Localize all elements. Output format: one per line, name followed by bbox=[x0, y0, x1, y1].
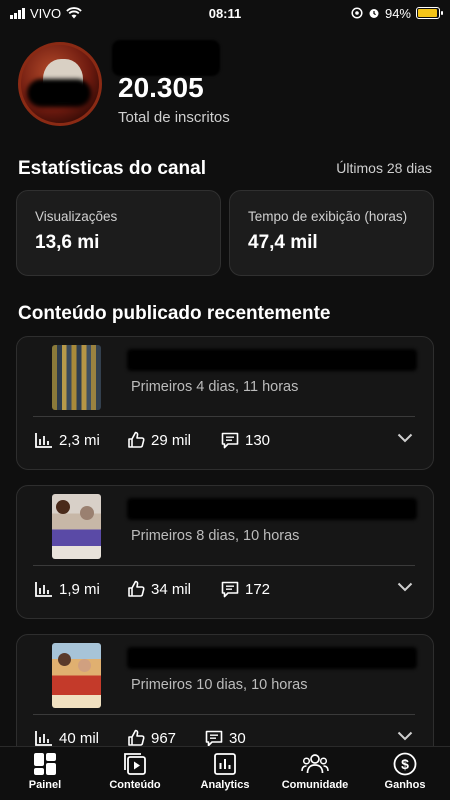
nav-ganhos[interactable]: $ Ganhos bbox=[360, 747, 450, 800]
community-icon bbox=[301, 754, 329, 774]
thumbs-up-icon bbox=[128, 580, 145, 597]
likes-metric: 29 mil bbox=[127, 431, 221, 449]
comments-count: 172 bbox=[245, 580, 271, 598]
wifi-icon bbox=[66, 7, 82, 19]
comment-icon bbox=[221, 581, 239, 597]
chevron-down-icon[interactable] bbox=[397, 582, 413, 592]
bar-chart-icon bbox=[35, 582, 52, 597]
video-period: Primeiros 8 dias, 10 horas bbox=[131, 528, 300, 544]
watch-time-card[interactable]: Tempo de exibição (horas) 47,4 mil bbox=[229, 190, 434, 276]
comment-icon bbox=[205, 730, 223, 746]
stats-title: Estatísticas do canal bbox=[18, 158, 206, 179]
video-card[interactable]: Primeiros 8 dias, 10 horas 1,9 mi 34 mil… bbox=[16, 485, 434, 619]
divider bbox=[33, 565, 415, 566]
location-icon bbox=[351, 7, 363, 19]
carrier-label: VIVO bbox=[30, 5, 62, 21]
divider bbox=[33, 714, 415, 715]
views-count: 1,9 mi bbox=[59, 580, 100, 598]
likes-metric: 34 mil bbox=[127, 580, 221, 598]
analytics-icon bbox=[214, 753, 236, 775]
nav-comunidade[interactable]: Comunidade bbox=[270, 747, 360, 800]
nav-analytics-label: Analytics bbox=[200, 779, 250, 791]
video-title-redaction bbox=[127, 498, 417, 520]
comment-icon bbox=[221, 432, 239, 448]
subscriber-label: Total de inscritos bbox=[118, 109, 230, 126]
nav-painel-label: Painel bbox=[28, 779, 62, 791]
comments-count: 130 bbox=[245, 431, 271, 449]
video-thumbnail[interactable] bbox=[52, 643, 101, 708]
battery-icon bbox=[416, 7, 443, 19]
nav-analytics[interactable]: Analytics bbox=[180, 747, 270, 800]
nav-conteudo[interactable]: Conteúdo bbox=[90, 747, 180, 800]
bar-chart-icon bbox=[35, 433, 52, 448]
signal-icon bbox=[10, 7, 25, 19]
watch-time-value: 47,4 mil bbox=[248, 232, 318, 253]
clock: 08:11 bbox=[208, 5, 242, 21]
earnings-icon: $ bbox=[393, 752, 417, 776]
video-title-redaction bbox=[127, 647, 417, 669]
video-period: Primeiros 4 dias, 11 horas bbox=[131, 379, 299, 395]
views-value: 13,6 mi bbox=[35, 232, 100, 253]
likes-metric: 967 bbox=[127, 729, 205, 747]
video-thumbnail[interactable] bbox=[52, 494, 101, 559]
status-bar: VIVO 08:11 94% bbox=[0, 0, 450, 26]
divider bbox=[33, 416, 415, 417]
thumbs-up-icon bbox=[128, 729, 145, 746]
comments-metric: 30 bbox=[205, 730, 246, 747]
bar-chart-icon bbox=[35, 731, 52, 746]
views-card[interactable]: Visualizações 13,6 mi bbox=[16, 190, 221, 276]
views-metric: 40 mil bbox=[35, 730, 127, 747]
nav-ganhos-label: Ganhos bbox=[384, 779, 426, 791]
stats-period: Últimos 28 dias bbox=[336, 160, 432, 176]
chevron-down-icon[interactable] bbox=[397, 731, 413, 741]
views-label: Visualizações bbox=[35, 209, 118, 224]
views-metric: 1,9 mi bbox=[35, 581, 127, 598]
thumbs-up-icon bbox=[128, 431, 145, 448]
nav-conteudo-label: Conteúdo bbox=[109, 779, 161, 791]
nav-painel[interactable]: Painel bbox=[0, 747, 90, 800]
video-title-redaction bbox=[127, 349, 417, 371]
video-period: Primeiros 10 dias, 10 horas bbox=[131, 677, 308, 693]
likes-count: 967 bbox=[151, 729, 177, 747]
comments-count: 30 bbox=[229, 729, 246, 747]
views-count: 40 mil bbox=[59, 729, 100, 747]
subscriber-count: 20.305 bbox=[118, 72, 204, 103]
nav-comunidade-label: Comunidade bbox=[281, 779, 349, 791]
comments-metric: 172 bbox=[221, 581, 270, 598]
battery-percent: 94% bbox=[384, 5, 411, 21]
video-thumbnail[interactable] bbox=[52, 345, 101, 410]
views-metric: 2,3 mi bbox=[35, 432, 127, 449]
watch-time-label: Tempo de exibição (horas) bbox=[248, 209, 408, 224]
channel-name-redaction bbox=[112, 40, 220, 76]
likes-count: 29 mil bbox=[151, 431, 192, 449]
views-count: 2,3 mi bbox=[59, 431, 100, 449]
dashboard-icon bbox=[34, 753, 56, 775]
comments-metric: 130 bbox=[221, 432, 270, 449]
content-icon bbox=[124, 753, 146, 775]
svg-text:$: $ bbox=[401, 756, 409, 772]
likes-count: 34 mil bbox=[151, 580, 192, 598]
bottom-nav: Painel Conteúdo Analytics Comunidade $ G… bbox=[0, 746, 450, 800]
alarm-icon bbox=[369, 9, 379, 18]
channel-avatar[interactable] bbox=[18, 42, 102, 126]
chevron-down-icon[interactable] bbox=[397, 433, 413, 443]
recent-title: Conteúdo publicado recentemente bbox=[18, 303, 331, 324]
video-card[interactable]: Primeiros 4 dias, 11 horas 2,3 mi 29 mil… bbox=[16, 336, 434, 470]
